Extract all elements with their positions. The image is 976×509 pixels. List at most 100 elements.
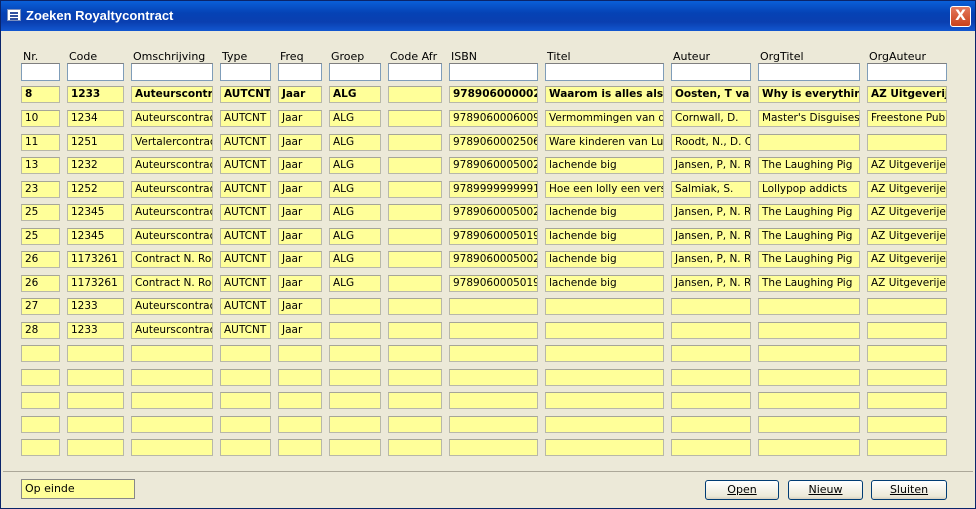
row-cell-omschrijving[interactable]: Auteurscontract <box>131 204 213 221</box>
close-button[interactable]: Sluiten <box>871 480 947 500</box>
filter-auteur[interactable] <box>671 63 751 81</box>
current-row-freq[interactable]: Jaar <box>278 86 322 103</box>
row-cell-freq[interactable]: Jaar <box>278 227 322 245</box>
row-cell-isbn[interactable]: 9789060005019 <box>449 227 538 245</box>
row-cell-omschrijving[interactable]: Contract N. Roo <box>131 251 213 268</box>
current-row-titel[interactable]: Waarom is alles als h <box>545 86 664 103</box>
row-cell-code[interactable] <box>67 345 124 362</box>
row-cell-titel[interactable] <box>545 439 664 456</box>
row-cell-omschrijving[interactable]: Auteurscontract <box>131 298 213 315</box>
row-cell-nr[interactable]: 23 <box>21 180 60 198</box>
filter-groep[interactable] <box>329 63 381 81</box>
row-cell-freq[interactable]: Jaar <box>278 298 322 315</box>
row-cell-orgtitel[interactable]: The Laughing Pig <box>758 157 860 174</box>
row-cell-auteur[interactable] <box>671 439 751 456</box>
row-cell-omschrijving[interactable]: Auteurscontract <box>131 157 213 174</box>
row-cell-code[interactable] <box>67 415 124 433</box>
row-cell-groep[interactable] <box>329 298 381 315</box>
row-cell-type[interactable]: AUTCNT <box>220 157 271 174</box>
row-cell-type[interactable]: AUTCNT <box>220 204 271 221</box>
row-cell-omschrijving[interactable] <box>131 345 213 362</box>
row-cell-groep[interactable] <box>329 345 381 362</box>
row-cell-nr[interactable]: 11 <box>21 133 60 151</box>
row-cell-code[interactable]: 1252 <box>67 180 124 198</box>
row-cell-titel[interactable]: Ware kinderen van Lund <box>545 133 664 151</box>
row-cell-isbn[interactable]: 9789060006009 <box>449 110 538 127</box>
filter-titel[interactable] <box>545 63 664 81</box>
row-cell-code-afr[interactable] <box>388 180 442 198</box>
row-cell-orgauteur[interactable]: AZ Uitgeverijen <box>867 274 947 292</box>
row-cell-code-afr[interactable] <box>388 157 442 174</box>
open-button[interactable]: Open <box>705 480 779 500</box>
row-cell-type[interactable]: AUTCNT <box>220 227 271 245</box>
filter-code[interactable] <box>67 63 124 81</box>
row-cell-code-afr[interactable] <box>388 415 442 433</box>
row-cell-orgtitel[interactable] <box>758 133 860 151</box>
row-cell-auteur[interactable]: Cornwall, D. <box>671 110 751 127</box>
row-cell-auteur[interactable]: Salmiak, S. <box>671 180 751 198</box>
row-cell-code[interactable]: 1251 <box>67 133 124 151</box>
row-cell-nr[interactable]: 28 <box>21 321 60 339</box>
row-cell-nr[interactable]: 10 <box>21 110 60 127</box>
row-cell-titel[interactable] <box>545 321 664 339</box>
row-cell-titel[interactable] <box>545 368 664 386</box>
row-cell-orgauteur[interactable] <box>867 345 947 362</box>
row-cell-omschrijving[interactable] <box>131 439 213 456</box>
current-row-auteur[interactable]: Oosten, T van <box>671 86 751 103</box>
row-cell-auteur[interactable] <box>671 392 751 409</box>
row-cell-type[interactable]: AUTCNT <box>220 133 271 151</box>
row-cell-freq[interactable]: Jaar <box>278 321 322 339</box>
row-cell-omschrijving[interactable]: Auteurscontract <box>131 110 213 127</box>
row-cell-omschrijving[interactable] <box>131 415 213 433</box>
close-window-button[interactable]: X <box>950 6 971 27</box>
row-cell-titel[interactable] <box>545 345 664 362</box>
row-cell-nr[interactable] <box>21 345 60 362</box>
row-cell-orgauteur[interactable]: AZ Uitgeverijen <box>867 251 947 268</box>
row-cell-orgauteur[interactable]: AZ Uitgeverijen <box>867 180 947 198</box>
row-cell-groep[interactable]: ALG <box>329 274 381 292</box>
row-cell-code-afr[interactable] <box>388 439 442 456</box>
row-cell-auteur[interactable] <box>671 321 751 339</box>
row-cell-isbn[interactable] <box>449 298 538 315</box>
row-cell-freq[interactable]: Jaar <box>278 274 322 292</box>
row-cell-orgtitel[interactable] <box>758 439 860 456</box>
row-cell-groep[interactable] <box>329 392 381 409</box>
row-cell-auteur[interactable]: Jansen, P, N. Ro <box>671 274 751 292</box>
row-cell-titel[interactable]: lachende big <box>545 227 664 245</box>
current-row-groep[interactable]: ALG <box>329 86 381 103</box>
row-cell-omschrijving[interactable]: Vertalercontrac <box>131 133 213 151</box>
row-cell-nr[interactable]: 25 <box>21 204 60 221</box>
row-cell-type[interactable] <box>220 415 271 433</box>
row-cell-omschrijving[interactable]: Auteurscontract <box>131 321 213 339</box>
row-cell-orgauteur[interactable] <box>867 321 947 339</box>
row-cell-freq[interactable]: Jaar <box>278 157 322 174</box>
row-cell-orgtitel[interactable] <box>758 392 860 409</box>
row-cell-orgauteur[interactable]: AZ Uitgeverijen <box>867 227 947 245</box>
row-cell-groep[interactable]: ALG <box>329 133 381 151</box>
row-cell-code[interactable] <box>67 368 124 386</box>
row-cell-code-afr[interactable] <box>388 392 442 409</box>
current-row-type[interactable]: AUTCNT <box>220 86 271 103</box>
current-row-code-afr[interactable] <box>388 86 442 103</box>
row-cell-groep[interactable]: ALG <box>329 251 381 268</box>
row-cell-orgauteur[interactable]: AZ Uitgeverijen <box>867 204 947 221</box>
row-cell-titel[interactable] <box>545 298 664 315</box>
filter-omschrijving[interactable] <box>131 63 213 81</box>
row-cell-orgtitel[interactable]: Lollypop addicts <box>758 180 860 198</box>
row-cell-type[interactable]: AUTCNT <box>220 251 271 268</box>
row-cell-titel[interactable] <box>545 415 664 433</box>
row-cell-type[interactable]: AUTCNT <box>220 180 271 198</box>
filter-type[interactable] <box>220 63 271 81</box>
row-cell-groep[interactable] <box>329 368 381 386</box>
row-cell-orgtitel[interactable]: The Laughing Pig <box>758 251 860 268</box>
row-cell-code-afr[interactable] <box>388 274 442 292</box>
row-cell-isbn[interactable]: 9789060005019 <box>449 274 538 292</box>
row-cell-type[interactable] <box>220 439 271 456</box>
row-cell-titel[interactable]: lachende big <box>545 204 664 221</box>
row-cell-omschrijving[interactable] <box>131 392 213 409</box>
row-cell-omschrijving[interactable]: Auteurscontract <box>131 180 213 198</box>
row-cell-auteur[interactable]: Jansen, P, N. Ro <box>671 157 751 174</box>
filter-code-afr[interactable] <box>388 63 442 81</box>
row-cell-isbn[interactable] <box>449 345 538 362</box>
filter-freq[interactable] <box>278 63 322 81</box>
